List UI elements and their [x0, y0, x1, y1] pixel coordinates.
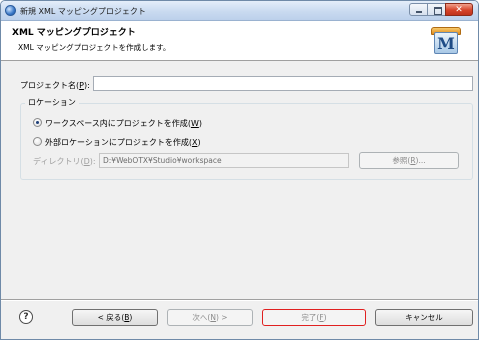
next-suffix: > [218, 313, 228, 322]
external-radio-text: 外部ロケーションにプロジェクトを作成 [45, 138, 189, 147]
finish-button[interactable]: 完了(F) [262, 309, 366, 326]
logo-letter: M [434, 32, 458, 54]
next-mnemonic: N [210, 313, 216, 322]
minimize-button[interactable] [409, 3, 428, 16]
workspace-radio-label[interactable]: ワークスペース内にプロジェクトを作成(W) [45, 118, 202, 129]
location-group-title: ロケーション [25, 97, 79, 108]
project-name-label: プロジェクト名(P): [20, 81, 90, 90]
help-icon[interactable]: ? [19, 310, 33, 324]
browse-button-text: 参照 [392, 156, 408, 165]
directory-input[interactable]: D:¥WebOTX¥Studio¥workspace [99, 153, 349, 168]
browse-button[interactable]: 参照(R)... [359, 152, 459, 169]
finish-button-text: 完了 [301, 313, 317, 322]
directory-label-text: ディレクトリ [33, 157, 81, 166]
wizard-window: 新規 XML マッピングプロジェクト XML マッピングプロジェクト XML マ… [0, 0, 479, 340]
directory-mnemonic: D [83, 157, 90, 166]
finish-mnemonic: F [319, 313, 324, 322]
bottom-separator-highlight [1, 300, 478, 301]
wizard-banner: XML マッピングプロジェクト XML マッピングプロジェクトを作成します。 M [1, 21, 478, 61]
back-button[interactable]: < 戻る(B) [72, 309, 158, 326]
project-name-input[interactable] [93, 76, 473, 91]
workspace-radio-text: ワークスペース内にプロジェクトを作成 [45, 119, 188, 128]
title-bar[interactable]: 新規 XML マッピングプロジェクト [1, 1, 478, 21]
banner-title: XML マッピングプロジェクト [12, 28, 136, 38]
external-mnemonic: X [191, 138, 198, 147]
external-radio[interactable] [33, 137, 42, 146]
caption-buttons [409, 3, 473, 17]
browse-mnemonic: R [410, 156, 416, 165]
banner-description: XML マッピングプロジェクトを作成します。 [18, 43, 171, 52]
window-title: 新規 XML マッピングプロジェクト [20, 7, 146, 16]
close-button[interactable] [445, 3, 473, 16]
project-name-mnemonic: P [79, 81, 84, 90]
back-button-text: < 戻る [97, 313, 122, 322]
mapping-logo-icon: M [431, 27, 461, 55]
maximize-button[interactable] [427, 3, 446, 16]
directory-label: ディレクトリ(D): [33, 157, 96, 166]
workspace-mnemonic: W [190, 119, 199, 128]
workspace-radio[interactable] [33, 118, 42, 127]
back-mnemonic: B [124, 313, 130, 322]
next-button-text: 次へ [192, 313, 208, 322]
external-radio-label[interactable]: 外部ロケーションにプロジェクトを作成(X) [45, 137, 201, 148]
next-button[interactable]: 次へ(N) > [167, 309, 253, 326]
globe-icon [5, 5, 16, 16]
project-name-label-text: プロジェクト名 [20, 81, 76, 90]
cancel-button[interactable]: キャンセル [375, 309, 473, 326]
